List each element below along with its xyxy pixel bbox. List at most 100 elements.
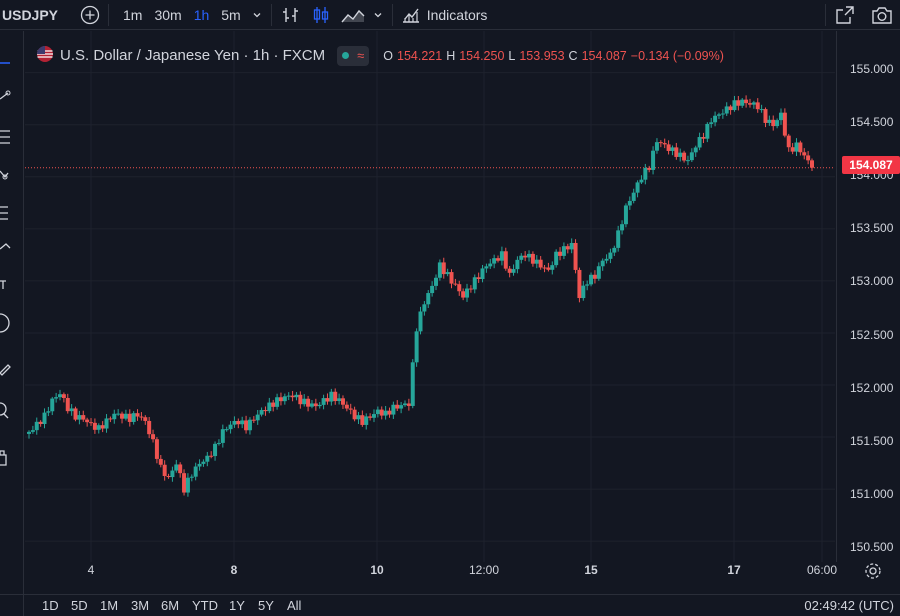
candle-body	[352, 409, 357, 420]
candle-body	[550, 265, 555, 270]
timeframe-1m[interactable]: 1m	[117, 7, 148, 23]
timeframe-5m[interactable]: 5m	[215, 7, 246, 23]
candle-body	[445, 272, 450, 275]
pattern-tool-icon[interactable]	[0, 170, 9, 180]
candle-body	[123, 413, 128, 419]
candle-body	[786, 135, 791, 148]
candle-body	[387, 410, 392, 415]
candle-body	[507, 268, 512, 273]
fullscreen-icon[interactable]	[834, 4, 856, 26]
candle-body	[189, 476, 194, 478]
chevron-down-icon[interactable]	[251, 9, 263, 21]
candle-body	[492, 258, 497, 264]
candle-body	[147, 420, 152, 435]
candle-body	[554, 251, 559, 266]
candle-body	[154, 439, 159, 459]
chevron-down-icon[interactable]	[372, 9, 384, 21]
range-1m[interactable]: 1M	[100, 598, 118, 613]
candle-body	[592, 274, 597, 279]
price-tick: 150.500	[850, 540, 894, 554]
price-tick: 153.500	[850, 221, 894, 235]
range-3m[interactable]: 3M	[131, 598, 149, 613]
chart-title[interactable]: U.S. Dollar / Japanese Yen · 1h · FXCM	[60, 47, 325, 64]
brush-tool-icon[interactable]	[0, 243, 11, 250]
candle-body	[465, 288, 470, 298]
price-axis[interactable]	[836, 31, 900, 562]
bars-chart-icon[interactable]	[280, 5, 302, 25]
status-pill[interactable]: ≈	[337, 45, 370, 66]
candle-body	[472, 277, 477, 290]
candle-body	[724, 106, 729, 114]
candle-body	[697, 137, 702, 148]
candle-body	[224, 429, 229, 431]
camera-icon[interactable]	[870, 4, 894, 26]
range-ytd[interactable]: YTD	[192, 598, 218, 613]
candle-body	[414, 331, 419, 363]
candle-body	[600, 260, 605, 267]
candle-body	[54, 397, 59, 399]
candle-body	[565, 246, 570, 250]
price-tick: 155.000	[850, 62, 894, 76]
candle-body	[771, 119, 776, 127]
time-tick: 15	[584, 563, 598, 577]
range-1d[interactable]: 1D	[42, 598, 59, 613]
prediction-tool-icon[interactable]	[0, 206, 8, 220]
candle-body	[232, 420, 237, 425]
emoji-tool-icon[interactable]	[0, 313, 10, 333]
lock-tool-icon[interactable]	[0, 450, 7, 466]
candle-body	[104, 418, 109, 429]
candle-body	[282, 396, 287, 402]
candle-body	[763, 109, 768, 123]
candle-body	[348, 408, 353, 410]
add-symbol-icon[interactable]	[80, 5, 100, 25]
candle-body	[627, 200, 632, 206]
candle-body	[449, 272, 454, 284]
candle-body	[484, 266, 489, 269]
candle-body	[302, 398, 307, 405]
time-tick: 12:00	[468, 563, 500, 577]
price-tick: 154.500	[850, 115, 894, 129]
chart-settings-icon[interactable]	[864, 562, 882, 585]
area-chart-icon[interactable]	[340, 5, 366, 25]
zoom-tool-icon[interactable]	[0, 402, 9, 419]
candle-body	[705, 123, 710, 139]
indicators-button[interactable]: Indicators	[401, 6, 487, 24]
candles-chart-icon[interactable]	[310, 5, 332, 25]
range-1y[interactable]: 1Y	[229, 598, 245, 613]
candlestick-chart[interactable]	[25, 31, 835, 562]
range-5y[interactable]: 5Y	[258, 598, 274, 613]
candle-body	[112, 413, 117, 420]
timeframe-30m[interactable]: 30m	[148, 7, 187, 23]
candle-body	[58, 394, 63, 398]
candle-body	[406, 403, 411, 406]
candle-body	[782, 112, 787, 136]
symbol-name[interactable]: USDJPY	[0, 7, 62, 23]
range-5d[interactable]: 5D	[71, 598, 88, 613]
indicators-icon	[402, 8, 419, 23]
trend-line-tool-icon[interactable]	[0, 90, 11, 100]
candle-body	[666, 144, 671, 151]
range-6m[interactable]: 6M	[161, 598, 179, 613]
candle-body	[216, 442, 221, 444]
candle-body	[635, 182, 640, 193]
high-label: H	[446, 48, 456, 63]
candle-body	[375, 409, 380, 415]
candle-body	[344, 404, 349, 409]
fib-tool-icon[interactable]	[0, 130, 10, 144]
candle-body	[693, 147, 698, 153]
candle-body	[321, 398, 326, 405]
candle-body	[441, 262, 446, 275]
timeframe-1h[interactable]: 1h	[188, 7, 216, 23]
candle-body	[561, 246, 566, 256]
utc-clock[interactable]: 02:49:42 (UTC)	[804, 598, 894, 613]
candle-body	[623, 205, 628, 225]
price-tick: 152.500	[850, 328, 894, 342]
candle-body	[108, 418, 113, 420]
ruler-tool-icon[interactable]	[0, 364, 11, 376]
candle-body	[306, 398, 311, 407]
toolbar-divider	[825, 3, 826, 26]
candle-body	[383, 410, 388, 416]
range-all[interactable]: All	[287, 598, 301, 613]
text-tool-icon[interactable]	[0, 280, 6, 289]
candle-body	[317, 404, 322, 407]
